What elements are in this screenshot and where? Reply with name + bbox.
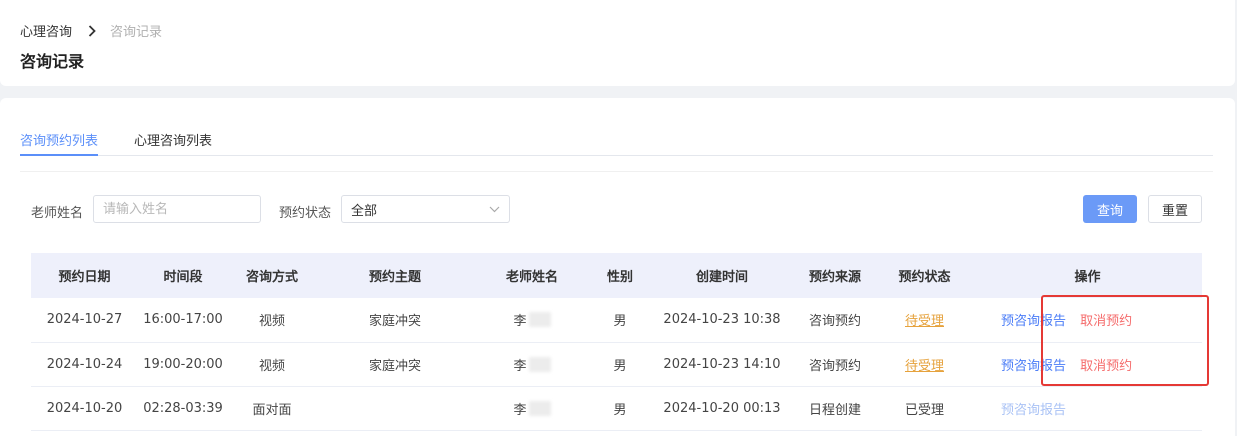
tab-bar: 咨询预约列表 心理咨询列表 [20,130,1213,156]
page-title: 咨询记录 [20,52,85,71]
tab-appointment-list[interactable]: 咨询预约列表 [20,130,99,156]
cell-status: 已受理 [904,402,944,418]
cell-created: 2024-10-23 14:10 [663,356,781,372]
table-row: 2024-10-20 02:28-03:39 面对面 李 男 2024-10-2… [31,386,1202,430]
breadcrumb: 心理咨询 咨询记录 [20,21,162,40]
redacted-mask [528,356,551,372]
col-topic: 预约主题 [368,270,421,285]
col-date: 预约日期 [58,270,111,285]
status-pending-link[interactable]: 待受理 [905,359,944,374]
status-select-value: 全部 [351,203,378,219]
teacher-name: 李 [513,402,527,418]
cell-gender: 男 [613,314,627,330]
status-select[interactable]: 全部 [341,195,510,223]
cell-operations: 预咨询报告 取消预约 [973,342,1202,386]
cell-date: 2024-10-27 [46,312,123,328]
col-teacher: 老师姓名 [505,270,558,285]
cell-method: 视频 [258,358,285,374]
cell-period: 02:28-03:39 [143,400,223,416]
cell-created: 2024-10-20 00:13 [663,400,781,416]
cell-gender: 男 [613,358,627,374]
teacher-name: 李 [513,358,527,374]
cell-topic: 家庭冲突 [368,314,421,330]
cancel-appointment-link[interactable]: 取消预约 [1080,314,1132,329]
cell-teacher: 李 [474,342,590,386]
cell-topic [316,386,474,430]
teacher-name-label: 老师姓名 [31,206,84,221]
breadcrumb-parent[interactable]: 心理咨询 [20,21,72,40]
cell-created: 2024-10-23 10:38 [663,312,781,328]
reset-button[interactable]: 重置 [1148,195,1202,223]
table-row: 2024-10-27 16:00-17:00 视频 家庭冲突 李 男 2024-… [31,298,1202,342]
pre-report-link-disabled: 预咨询报告 [1001,402,1067,418]
cell-topic: 家庭冲突 [368,358,421,374]
redacted-mask [528,400,551,416]
cell-teacher: 李 [474,386,590,430]
table-header-row: 预约日期 时间段 咨询方式 预约主题 老师姓名 性别 创建时间 预约来源 预约状… [31,253,1202,298]
redacted-mask [528,312,551,328]
cell-method: 视频 [258,314,285,330]
col-method: 咨询方式 [245,270,298,285]
chevron-right-icon [88,24,96,37]
cell-date: 2024-10-24 [46,356,123,372]
cell-status: 待受理 [876,298,973,342]
tab-consultation-list[interactable]: 心理咨询列表 [134,130,212,156]
table-row: 2024-10-24 19:00-20:00 视频 家庭冲突 李 男 2024-… [31,342,1202,386]
cell-source: 日程创建 [808,402,861,418]
cancel-appointment-link[interactable]: 取消预约 [1080,359,1132,374]
cell-teacher: 李 [474,298,590,342]
status-pending-link[interactable]: 待受理 [905,314,944,329]
divider [20,171,1213,172]
col-gender: 性别 [606,270,633,285]
cell-source: 咨询预约 [808,314,861,330]
cell-period: 19:00-20:00 [143,356,223,372]
col-created: 创建时间 [695,270,748,285]
col-operations: 操作 [1074,270,1101,285]
cell-operations: 预咨询报告 [973,386,1202,430]
breadcrumb-current: 咨询记录 [110,25,163,40]
teacher-name-input[interactable] [93,195,261,223]
cell-source: 咨询预约 [808,358,861,374]
teacher-name: 李 [513,314,527,330]
page-header: 心理咨询 咨询记录 咨询记录 [0,0,1235,86]
chevron-down-icon [489,202,500,217]
cell-date: 2024-10-20 [46,400,123,416]
col-period: 时间段 [163,270,203,285]
pre-report-link[interactable]: 预咨询报告 [1001,314,1066,329]
col-source: 预约来源 [808,270,861,285]
cell-gender: 男 [613,402,627,418]
pre-report-link[interactable]: 预咨询报告 [1001,359,1066,374]
status-label: 预约状态 [279,206,332,221]
col-status: 预约状态 [898,270,951,285]
cell-method: 面对面 [252,402,292,418]
cell-period: 16:00-17:00 [143,312,223,328]
cell-operations: 预咨询报告 取消预约 [973,298,1202,342]
main-panel: 咨询预约列表 心理咨询列表 老师姓名 预约状态 全部 查询 重置 预约日期 时间… [0,98,1235,436]
cell-status: 待受理 [876,342,973,386]
search-button[interactable]: 查询 [1083,195,1137,223]
appointment-table: 预约日期 时间段 咨询方式 预约主题 老师姓名 性别 创建时间 预约来源 预约状… [31,253,1202,431]
